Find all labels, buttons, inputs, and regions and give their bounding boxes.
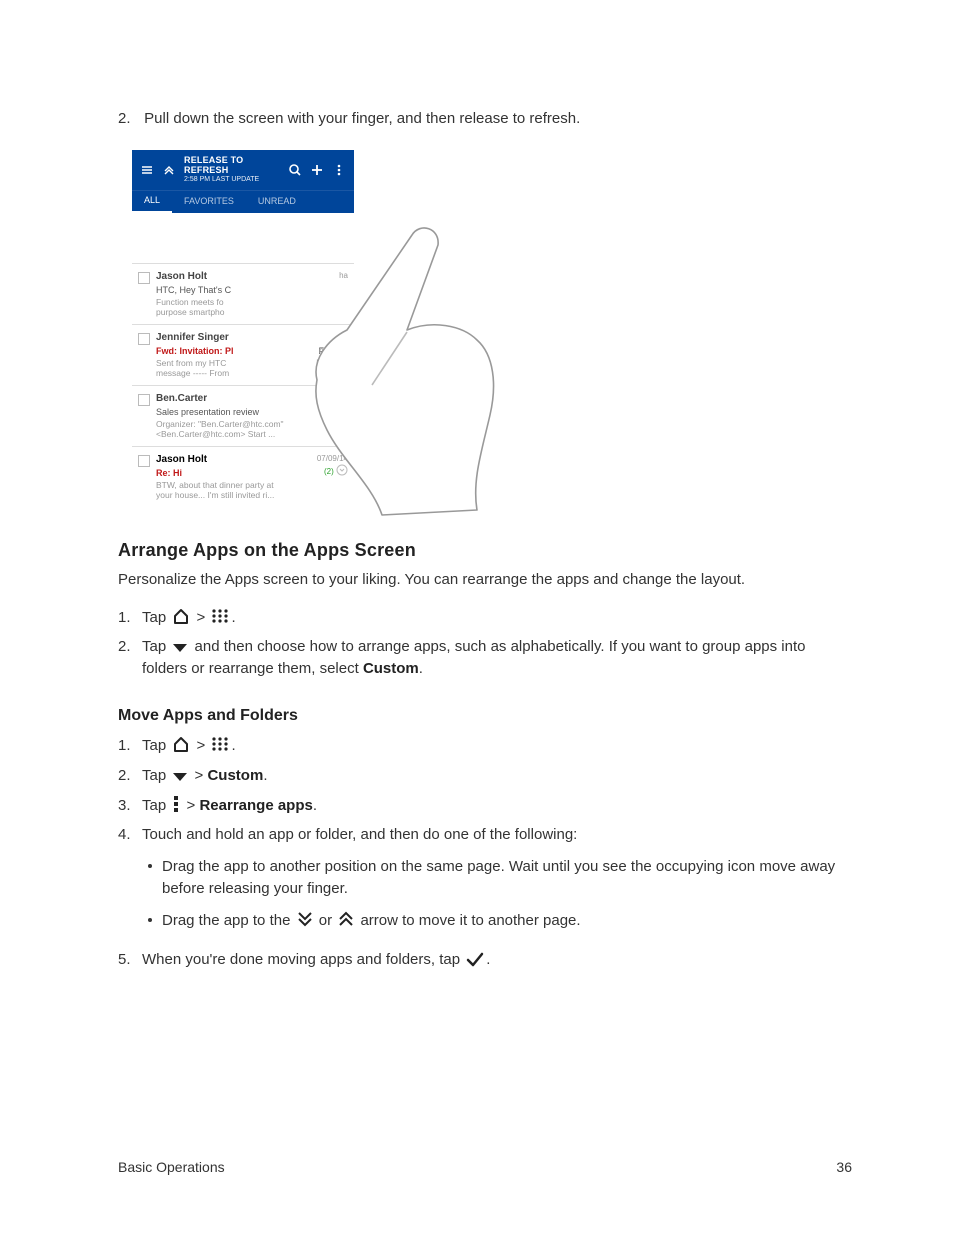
mail-preview: Function meets fo purpose smartpho (156, 297, 346, 317)
mail-meta: rwarded nifer Si... (316, 345, 348, 368)
release-arrow-icon (162, 163, 176, 177)
mail-subject: HTC, Hey That's C (156, 284, 346, 297)
search-icon (288, 163, 302, 177)
bullet-drag-same-page: Drag the app to another position on the … (142, 856, 852, 900)
step-number: 4. (118, 824, 142, 846)
mail-meta: ha (339, 270, 348, 282)
footer-section: Basic Operations (118, 1157, 225, 1177)
step-text: Tap and then choose how to arrange apps,… (142, 636, 852, 680)
toolbar-title: RELEASE TO REFRESH (184, 156, 280, 176)
step-2-refresh: 2. Pull down the screen with your finger… (118, 108, 852, 130)
step-number: 5. (118, 949, 142, 971)
step-number: 2. (118, 636, 142, 658)
apps-grid-icon (211, 607, 229, 625)
step-text: Tap > . (142, 607, 852, 629)
steps-move-apps: 1. Tap > . 2. Tap > Custom. 3. Tap > Rea… (118, 735, 852, 971)
step-text: When you're done moving apps and folders… (142, 949, 852, 971)
heading-arrange-apps: Arrange Apps on the Apps Screen (118, 537, 852, 563)
page-footer: Basic Operations 36 (118, 1157, 852, 1177)
tab-favorites: FAVORITES (172, 195, 246, 208)
dropdown-triangle-icon (172, 642, 188, 654)
mail-row: Jason Holt HTC, Hey That's C Function me… (132, 263, 354, 324)
step-text: Tap > Rearrange apps. (142, 795, 852, 817)
overflow-icon (332, 163, 346, 177)
checkbox-icon (138, 272, 150, 284)
mail-from: Jennifer Singer (156, 331, 346, 346)
chevron-double-down-icon (297, 910, 313, 928)
mail-preview: Organizer: "Ben.Carter@htc.com" <Ben.Car… (156, 419, 346, 439)
step-text: Tap > Custom. (142, 765, 852, 787)
mail-tabs: ALL FAVORITES UNREAD (132, 190, 354, 213)
checkbox-icon (138, 394, 150, 406)
checkbox-icon (138, 455, 150, 467)
phone-mock: RELEASE TO REFRESH 2:58 PM LAST UPDATE A… (132, 150, 354, 505)
checkmark-icon (466, 951, 484, 967)
step-number: 1. (118, 735, 142, 757)
mail-subject: Fwd: Invitation: Pl (156, 346, 234, 356)
step-text: Pull down the screen with your finger, a… (144, 110, 580, 127)
overflow-icon (172, 795, 180, 813)
hamburger-icon (140, 163, 154, 177)
mail-preview: BTW, about that dinner party at your hou… (156, 480, 346, 500)
chevron-double-up-icon (338, 910, 354, 928)
bullet-drag-other-page: Drag the app to the or arrow to move it … (142, 910, 852, 932)
mail-row: Ben.Carter Sales presentation review Org… (132, 385, 354, 446)
checkbox-icon (138, 333, 150, 345)
step-text: Tap > . (142, 735, 852, 757)
mail-row: Jennifer Singer Fwd: Invitation: Pl Fri … (132, 324, 354, 385)
step-number: 3. (118, 795, 142, 817)
home-icon (172, 607, 190, 625)
figure-refresh-gesture: RELEASE TO REFRESH 2:58 PM LAST UPDATE A… (132, 150, 482, 515)
apps-grid-icon (211, 735, 229, 753)
footer-page-number: 36 (836, 1157, 852, 1177)
step-number: 2. (118, 108, 140, 130)
substeps-drag: Drag the app to another position on the … (142, 856, 852, 931)
heading-move-apps: Move Apps and Folders (118, 704, 852, 727)
mail-from: Jason Holt (156, 270, 346, 285)
compose-icon (310, 163, 324, 177)
steps-arrange-apps: 1. Tap > . 2. Tap and then choose how to… (118, 607, 852, 680)
intro-arrange-apps: Personalize the Apps screen to your liki… (118, 569, 852, 591)
dropdown-triangle-icon (172, 771, 188, 783)
tab-all: ALL (132, 194, 172, 213)
mail-app-toolbar: RELEASE TO REFRESH 2:58 PM LAST UPDATE (132, 150, 354, 190)
toolbar-subtitle: 2:58 PM LAST UPDATE (184, 176, 280, 184)
step-number: 1. (118, 607, 142, 629)
home-icon (172, 735, 190, 753)
mail-list: Jason Holt HTC, Hey That's C Function me… (132, 213, 354, 505)
step-text: Touch and hold an app or folder, and the… (142, 824, 852, 941)
mail-meta: 07/09/14 (2) (317, 453, 348, 478)
mail-subject: Sales presentation review (156, 406, 346, 419)
mail-meta: 10/14/14 (317, 392, 348, 404)
step-number: 2. (118, 765, 142, 787)
tab-unread: UNREAD (246, 195, 308, 208)
mail-row: Jason Holt Re: Hi BTW, about that dinner… (132, 446, 354, 505)
